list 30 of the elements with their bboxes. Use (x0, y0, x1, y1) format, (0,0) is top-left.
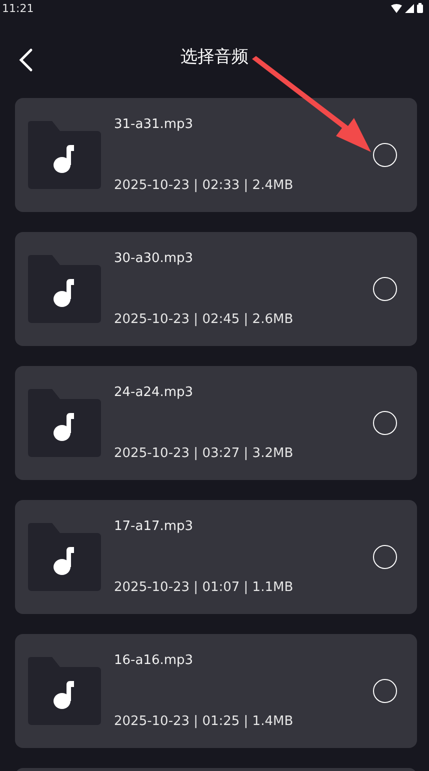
audio-file-card[interactable]: 16-a16.mp3 2025-10-23 | 01:25 | 1.4MB (15, 634, 417, 748)
audio-file-card[interactable]: 24-a24.mp3 2025-10-23 | 03:27 | 3.2MB (15, 366, 417, 480)
music-folder-icon (28, 657, 101, 725)
battery-icon (417, 3, 423, 13)
file-name: 30-a30.mp3 (114, 251, 194, 266)
file-name: 16-a16.mp3 (114, 653, 194, 668)
music-folder-icon (28, 523, 101, 591)
page-title: 选择音频 (180, 46, 248, 68)
audio-file-card[interactable]: 30-a30.mp3 2025-10-23 | 02:45 | 2.6MB (15, 232, 417, 346)
radio-button[interactable] (373, 679, 397, 703)
music-folder-icon (28, 121, 101, 189)
signal-icon (405, 4, 414, 12)
radio-button[interactable] (373, 411, 397, 435)
status-time: 11:21 (2, 2, 34, 14)
file-name: 31-a31.mp3 (114, 117, 194, 132)
audio-file-card[interactable]: 17-a17.mp3 2025-10-23 | 01:07 | 1.1MB (15, 500, 417, 614)
file-details: 2025-10-23 | 01:07 | 1.1MB (114, 580, 294, 595)
radio-button[interactable] (373, 277, 397, 301)
file-details: 2025-10-23 | 02:33 | 2.4MB (114, 178, 294, 193)
file-name: 17-a17.mp3 (114, 519, 194, 534)
music-folder-icon (28, 389, 101, 457)
audio-file-card[interactable]: 31-a31.mp3 2025-10-23 | 02:33 | 2.4MB (15, 98, 417, 212)
file-details: 2025-10-23 | 01:25 | 1.4MB (114, 714, 294, 729)
file-name: 24-a24.mp3 (114, 385, 194, 400)
wifi-icon (391, 4, 402, 12)
file-details: 2025-10-23 | 03:27 | 3.2MB (114, 446, 294, 461)
music-folder-icon (28, 255, 101, 323)
radio-button[interactable] (373, 545, 397, 569)
file-details: 2025-10-23 | 02:45 | 2.6MB (114, 312, 294, 327)
radio-button[interactable] (373, 143, 397, 167)
